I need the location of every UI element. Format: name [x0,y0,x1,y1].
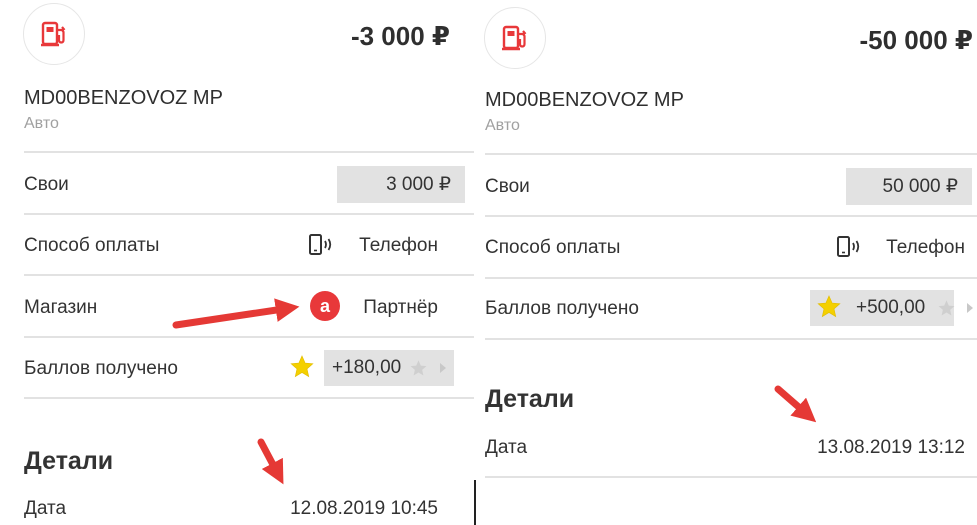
date-label: Дата [24,498,67,519]
own-funds-value: 3 000 ₽ [337,166,465,203]
fuel-pump-icon [502,25,527,51]
shop-value: Партнёр [363,297,438,318]
star-small-icon [938,300,955,316]
fuel-pump-icon [41,21,66,47]
phone-nfc-icon [309,234,332,255]
divider [24,397,474,399]
payment-method-value: Телефон [886,237,965,258]
date-value: 13.08.2019 13:12 [817,437,965,458]
divider [485,153,977,155]
transaction-amount: -3 000 ₽ [350,21,450,51]
category-label: Авто [485,117,520,134]
points-earned-label: Баллов получено [24,358,178,379]
chevron-right-icon [967,303,973,313]
points-earned-value: +180,00 [332,357,402,378]
own-funds-value: 50 000 ₽ [846,168,972,205]
details-section-title: Детали [24,447,114,475]
date-value: 12.08.2019 10:45 [290,498,438,519]
category-icon-circle [484,7,546,69]
divider [24,336,474,338]
category-icon-circle [23,3,85,65]
divider [485,215,977,217]
points-earned-label: Баллов получено [485,298,639,319]
payment-method-value: Телефон [359,235,438,256]
points-earned-button[interactable]: +180,00 [324,350,454,386]
star-small-icon [410,360,427,376]
details-section-title: Детали [485,385,575,413]
phone-nfc-icon [837,236,860,257]
divider [485,476,977,478]
transaction-detail-left: -3 000 ₽ MD00BENZOVOZ MP Авто Свои 3 000… [0,0,474,525]
divider [485,277,977,279]
divider [485,338,977,340]
points-earned-value: +500,00 [856,297,926,318]
payment-method-label: Способ оплаты [485,237,621,258]
star-icon [817,295,841,318]
divider [24,274,474,276]
divider [24,213,474,215]
transaction-detail-right: -50 000 ₽ MD00BENZOVOZ MP Авто Свои 50 0… [476,0,977,525]
payment-method-label: Способ оплаты [24,235,160,256]
own-funds-label: Свои [24,174,69,195]
star-icon [290,355,314,378]
merchant-name: MD00BENZOVOZ MP [24,87,223,109]
partner-badge-icon: а [310,291,340,321]
date-label: Дата [485,437,528,458]
shop-label: Магазин [24,297,98,318]
own-funds-label: Свои [485,176,530,197]
category-label: Авто [24,115,59,132]
divider [24,151,474,153]
transaction-amount: -50 000 ₽ [859,25,974,55]
merchant-name: MD00BENZOVOZ MP [485,89,684,111]
chevron-right-icon [440,363,446,373]
